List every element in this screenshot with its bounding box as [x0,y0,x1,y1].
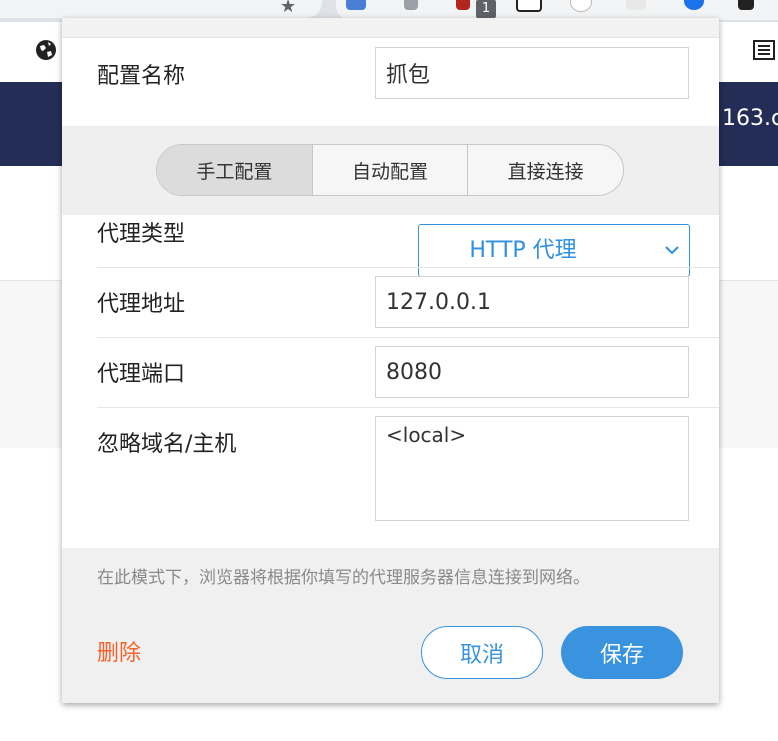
extension-badge: 1 [476,0,496,18]
proxy-config-popup: 配置名称 手工配置 自动配置 直接连接 代理类型 HTTP 代理 代理地址 代理… [62,18,719,703]
save-button[interactable]: 保存 [561,626,683,679]
mode-hint-text: 在此模式下，浏览器将根据你填写的代理服务器信息连接到网络。 [97,568,590,588]
extension-icon[interactable] [516,0,542,12]
row-divider [97,337,719,338]
proxy-address-label: 代理地址 [97,292,186,317]
bypass-list-textarea[interactable]: <local> [375,416,689,521]
tab-direct-connect[interactable]: 直接连接 [468,145,623,195]
bypass-list-label: 忽略域名/主机 [97,432,237,457]
address-bar[interactable] [0,0,322,18]
proxy-type-select[interactable]: HTTP 代理 [418,224,690,277]
popup-top-strip [62,18,719,38]
extension-icon[interactable] [346,0,366,10]
proxy-type-value: HTTP 代理 [469,238,577,263]
proxy-type-label: 代理类型 [97,222,186,247]
reading-list-icon[interactable] [752,38,776,62]
proxy-port-label: 代理端口 [97,362,186,387]
globe-icon[interactable] [34,38,58,62]
extensions-puzzle-icon[interactable] [738,0,754,10]
extension-icon[interactable] [456,0,470,10]
proxy-port-input[interactable] [375,346,689,398]
tab-manual-config[interactable]: 手工配置 [157,145,313,195]
bookmark-star-icon[interactable]: ★ [280,0,296,17]
cancel-button[interactable]: 取消 [421,626,543,679]
mode-segmented-control: 手工配置 自动配置 直接连接 [156,144,624,196]
delete-button[interactable]: 删除 [97,635,141,667]
site-header-text: 163.c [722,106,778,131]
chevron-down-icon [665,246,679,255]
proxy-address-input[interactable] [375,276,689,328]
tab-auto-config[interactable]: 自动配置 [313,145,469,195]
config-name-input[interactable] [375,47,689,99]
row-divider [97,407,719,408]
extension-icon[interactable] [626,0,646,10]
config-name-label: 配置名称 [97,64,186,89]
extension-icon[interactable] [404,0,418,10]
extensions-area [336,0,778,20]
row-divider [97,267,719,268]
